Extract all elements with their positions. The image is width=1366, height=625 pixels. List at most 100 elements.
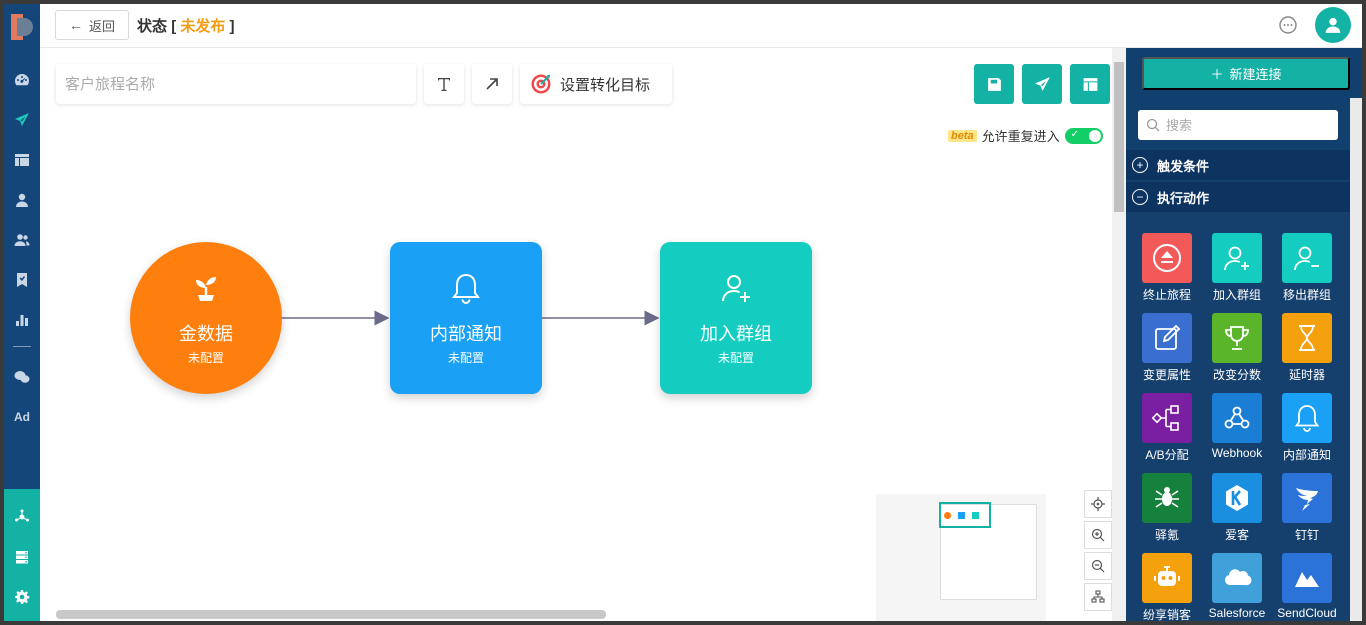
layout-icon <box>1083 77 1097 91</box>
bell-icon <box>449 271 483 310</box>
node-title: 加入群组 <box>700 323 772 344</box>
save-icon <box>987 77 1001 91</box>
action-tile-join-group[interactable]: 加入群组 <box>1202 233 1272 313</box>
publish-button[interactable] <box>1022 64 1062 104</box>
flow-node-join-group[interactable]: 加入群组 未配置 <box>660 242 812 394</box>
sitemap-icon <box>1091 590 1105 603</box>
wechat-icon[interactable] <box>4 362 40 392</box>
split-icon <box>1142 393 1192 443</box>
send-icon <box>1034 76 1050 91</box>
action-label: Webhook <box>1211 446 1263 460</box>
app-logo <box>11 14 33 40</box>
arrow-tool-button[interactable] <box>472 64 512 104</box>
journey-canvas[interactable]: 设置转化目标 beta 允许重复进入 ✓ <box>40 48 1112 621</box>
send-icon[interactable] <box>4 105 40 135</box>
target-icon <box>531 74 551 94</box>
action-tile-leave-group[interactable]: 移出群组 <box>1272 233 1342 313</box>
cloud-icon <box>1212 553 1262 603</box>
status-value: 未发布 <box>180 18 226 35</box>
zoom-in-button[interactable] <box>1084 521 1112 549</box>
back-button[interactable]: ← 返回 <box>55 10 129 40</box>
save-button[interactable] <box>974 64 1014 104</box>
arrow-left-icon: ← <box>68 17 83 33</box>
node-title: 内部通知 <box>430 323 502 344</box>
zoom-in-icon <box>1091 528 1105 542</box>
search-input[interactable] <box>1166 117 1326 133</box>
check-icon: ✓ <box>1070 128 1080 140</box>
user-add-icon <box>719 271 753 310</box>
minimap-node <box>944 512 951 519</box>
back-label: 返回 <box>88 18 115 34</box>
text-icon <box>438 78 450 91</box>
journey-name-input[interactable] <box>56 64 416 104</box>
flow-node-jinshuju[interactable]: 金数据 未配置 <box>130 242 282 394</box>
bookmark-icon[interactable] <box>4 265 40 295</box>
action-label: Salesforce <box>1208 606 1266 620</box>
sprout-icon <box>189 271 223 310</box>
reentry-toggle[interactable]: ✓ <box>1064 127 1103 144</box>
action-tile-fxiaoke[interactable]: 纷享销客 <box>1132 553 1202 621</box>
flow-node-internal-notify[interactable]: 内部通知 未配置 <box>390 242 542 394</box>
server-icon[interactable] <box>4 542 40 572</box>
components-panel: ＋ 新建连接 + 触发条件 − 执行动作 终止旅程 <box>1126 48 1362 621</box>
minimap[interactable] <box>876 494 1046 621</box>
status-label: 状态 <box>137 18 168 35</box>
template-button[interactable] <box>1070 64 1110 104</box>
search-icon <box>1146 118 1160 132</box>
set-goal-button[interactable]: 设置转化目标 <box>520 64 672 104</box>
action-tile-yike[interactable]: 驿氪 <box>1132 473 1202 553</box>
node-title: 金数据 <box>179 323 233 344</box>
nav-bottom-group <box>4 489 40 621</box>
fit-view-button[interactable] <box>1084 583 1112 611</box>
text-tool-button[interactable] <box>424 64 464 104</box>
status-bracket-open: [ <box>171 18 177 35</box>
panel-scrollbar[interactable] <box>1350 98 1362 621</box>
dashboard-icon[interactable] <box>4 65 40 95</box>
scrollbar-thumb[interactable] <box>1114 62 1124 212</box>
network-icon[interactable] <box>4 502 40 532</box>
user-add-icon <box>1212 233 1262 283</box>
action-label: 加入群组 <box>1212 288 1261 302</box>
action-tile-ab-split[interactable]: A/B分配 <box>1132 393 1202 473</box>
horizontal-scrollbar[interactable] <box>56 610 606 619</box>
layout-icon[interactable] <box>4 145 40 175</box>
zoom-out-button[interactable] <box>1084 552 1112 580</box>
sendcloud-icon <box>1282 553 1332 603</box>
action-label: 移出群组 <box>1282 288 1331 302</box>
action-label: A/B分配 <box>1145 448 1189 462</box>
ad-nav-item[interactable]: Ad <box>4 402 40 432</box>
collapse-icon: − <box>1132 189 1148 205</box>
action-tile-sendcloud[interactable]: SendCloud <box>1272 553 1342 621</box>
expand-icon: + <box>1132 157 1148 173</box>
plus-icon: ＋ <box>1210 67 1224 82</box>
chat-icon[interactable] <box>1278 15 1298 35</box>
action-tile-webhook[interactable]: Webhook <box>1202 393 1272 473</box>
gear-icon[interactable] <box>4 582 40 612</box>
users-icon[interactable] <box>4 225 40 255</box>
set-goal-label: 设置转化目标 <box>560 76 651 94</box>
action-tile-internal-notify[interactable]: 内部通知 <box>1272 393 1342 473</box>
dingtalk-icon <box>1282 473 1332 523</box>
avatar[interactable] <box>1315 7 1351 43</box>
canvas-vertical-scrollbar[interactable] <box>1112 48 1126 621</box>
center-button[interactable] <box>1084 490 1112 518</box>
action-tile-aike[interactable]: 爱客 <box>1202 473 1272 553</box>
action-tile-salesforce[interactable]: Salesforce <box>1202 553 1272 621</box>
action-label: 延时器 <box>1288 368 1325 382</box>
new-connection-button[interactable]: ＋ 新建连接 <box>1142 57 1350 90</box>
section-actions[interactable]: − 执行动作 <box>1126 182 1350 212</box>
action-tile-delay[interactable]: 延时器 <box>1272 313 1342 393</box>
action-tile-change-score[interactable]: 改变分数 <box>1202 313 1272 393</box>
section-label: 触发条件 <box>1157 158 1210 174</box>
action-tile-dingtalk[interactable]: 钉钉 <box>1272 473 1342 553</box>
actions-grid: 终止旅程 加入群组 移出群组 变更属性 改变分数 延时器 A/B分配 Webho… <box>1126 212 1350 621</box>
action-tile-change-attribute[interactable]: 变更属性 <box>1132 313 1202 393</box>
section-trigger-conditions[interactable]: + 触发条件 <box>1126 150 1350 180</box>
action-tile-end-journey[interactable]: 终止旅程 <box>1132 233 1202 313</box>
locate-icon <box>1091 497 1105 511</box>
user-icon[interactable] <box>4 185 40 215</box>
user-avatar-icon <box>1325 17 1341 33</box>
action-label: 变更属性 <box>1142 368 1191 382</box>
bar-chart-icon[interactable] <box>4 305 40 335</box>
status-indicator: 状态 [ 未发布 ] <box>137 15 235 36</box>
